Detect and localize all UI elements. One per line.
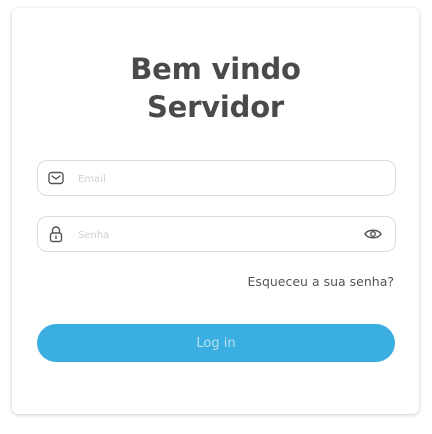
title-line-2: Servidor bbox=[146, 90, 285, 124]
forgot-password-link[interactable]: Esqueceu a sua senha? bbox=[248, 274, 394, 289]
login-card: Bem vindo Servidor Esqueceu a s bbox=[12, 8, 419, 414]
login-button[interactable]: Log in bbox=[37, 324, 395, 362]
page-title: Bem vindo Servidor bbox=[12, 50, 419, 126]
password-input[interactable] bbox=[76, 217, 350, 253]
mail-icon bbox=[47, 169, 65, 187]
title-line-1: Bem vindo bbox=[130, 52, 301, 86]
email-input[interactable] bbox=[76, 161, 350, 197]
lock-icon bbox=[47, 225, 65, 243]
email-field-wrapper bbox=[37, 160, 396, 197]
password-field-wrapper bbox=[37, 216, 396, 253]
eye-icon[interactable] bbox=[363, 225, 383, 243]
